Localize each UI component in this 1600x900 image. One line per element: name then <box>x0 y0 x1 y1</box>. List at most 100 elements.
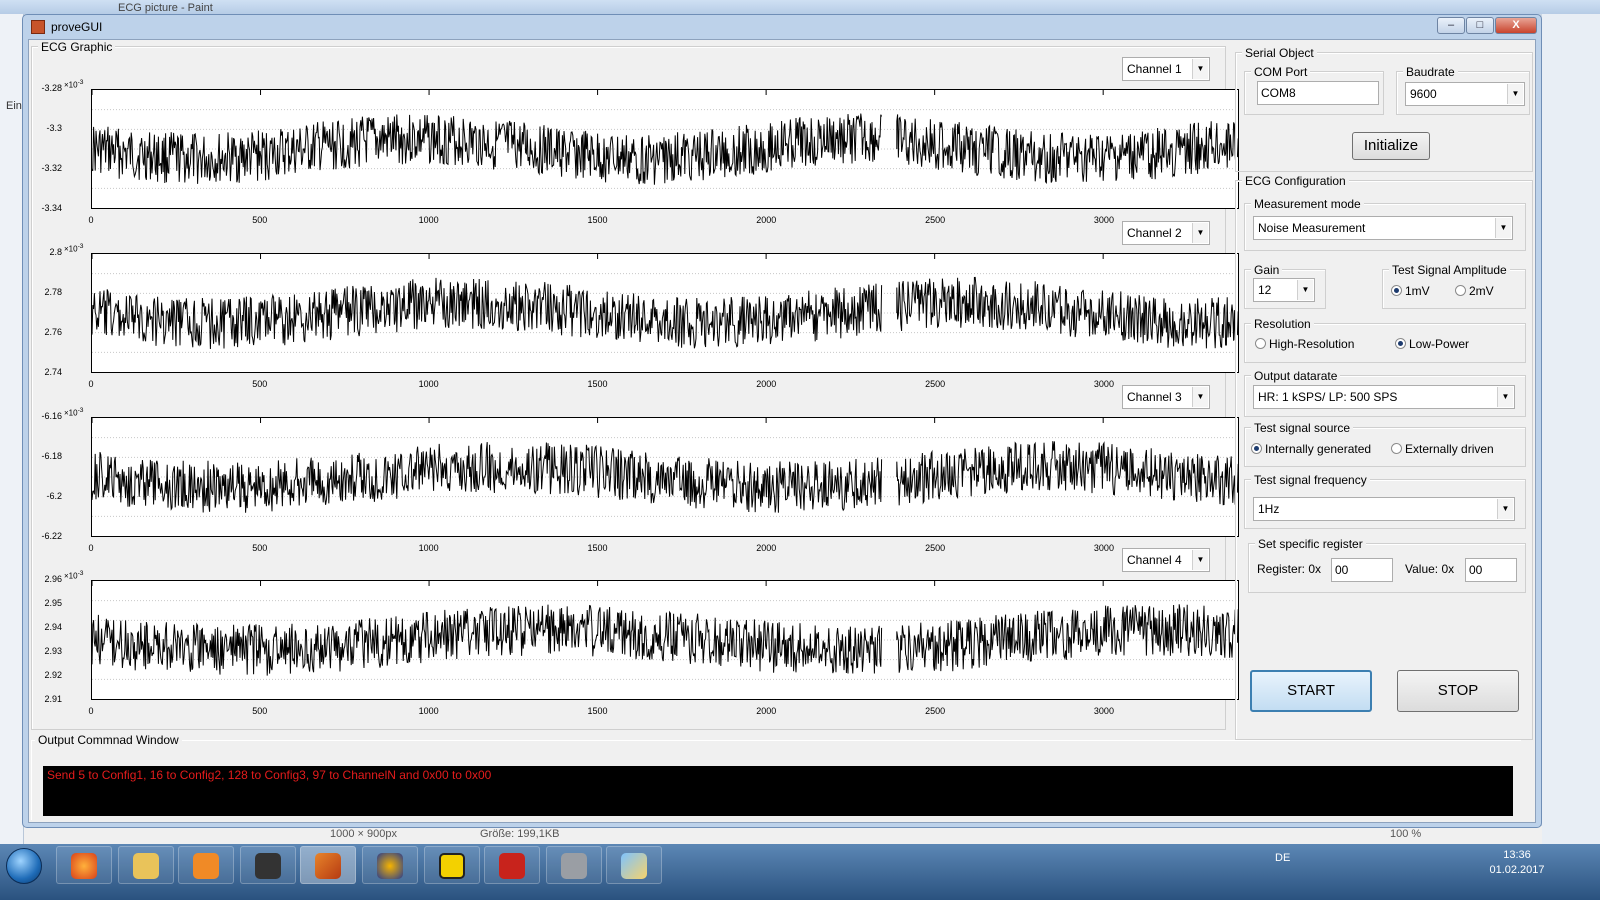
pdf-icon <box>439 853 465 879</box>
x-tick-label: 2500 <box>925 543 946 553</box>
channel-3-selector[interactable]: Channel 3 ▼ <box>1122 385 1210 409</box>
resolution-high-label: High-Resolution <box>1269 337 1355 351</box>
x-tick-label: 3000 <box>1093 215 1114 225</box>
channel-1-plot[interactable] <box>91 89 1239 209</box>
paint-status-bar: 1000 × 900px Größe: 199,1KB 100 % <box>24 826 1542 844</box>
channel-selector-value: Channel 2 <box>1127 226 1182 240</box>
resolution-low-power-label: Low-Power <box>1409 337 1470 351</box>
y-tick-label: 2.95 <box>44 598 62 608</box>
com-port-input[interactable]: COM8 <box>1257 81 1379 105</box>
start-orb-icon[interactable] <box>6 848 42 884</box>
paint-taskbar-button[interactable] <box>606 846 662 884</box>
x-tick-label: 0 <box>88 543 94 553</box>
x-tick-label: 2000 <box>756 379 777 389</box>
amplitude-2mv-label: 2mV <box>1469 284 1494 298</box>
maximize-button[interactable]: □ <box>1466 17 1494 34</box>
y-tick-label: -3.3 <box>46 123 62 133</box>
x-tick-label: 500 <box>252 215 268 225</box>
x-tick-label: 1000 <box>418 706 439 716</box>
channel-2-plot[interactable] <box>91 253 1239 373</box>
register-label: Register: 0x <box>1257 562 1322 576</box>
source-external-radio[interactable]: Externally driven <box>1391 442 1494 456</box>
baudrate-dropdown[interactable]: 9600 ▼ <box>1405 82 1525 106</box>
x-tick-label: 1000 <box>418 379 439 389</box>
ecg-signal-trace <box>92 276 1238 350</box>
y-tick-label: -3.28 <box>41 83 62 93</box>
gain-dropdown[interactable]: 12 ▼ <box>1253 278 1315 302</box>
console-message: Send 5 to Config1, 16 to Config2, 128 to… <box>47 768 492 782</box>
provegui-window: proveGUI – □ X ECG Graphic Channel 1 ▼ ×10… <box>22 14 1542 828</box>
virtualbox-taskbar-button[interactable] <box>546 846 602 884</box>
audacity-taskbar-button[interactable] <box>362 846 418 884</box>
serial-object-panel: Serial Object COM Port COM8 Baudrate 960… <box>1235 46 1533 172</box>
inkscape-icon <box>255 853 281 879</box>
virtualbox-icon <box>561 853 587 879</box>
resolution-low-power-radio[interactable]: Low-Power <box>1395 337 1469 351</box>
channel-3-plot[interactable] <box>91 417 1239 537</box>
solidworks-taskbar-button[interactable] <box>484 846 540 884</box>
x-tick-label: 3000 <box>1093 379 1114 389</box>
measurement-mode-group: Measurement mode Noise Measurement ▼ <box>1244 197 1526 251</box>
taskbar-clock[interactable]: 13:36 01.02.2017 <box>1487 848 1547 878</box>
x-tick-label: 3000 <box>1093 706 1114 716</box>
explorer-taskbar-button[interactable] <box>118 846 174 884</box>
measurement-mode-title: Measurement mode <box>1251 197 1364 211</box>
minimize-button[interactable]: – <box>1437 17 1465 34</box>
source-internal-radio[interactable]: Internally generated <box>1251 442 1371 456</box>
y-tick-label: 2.96 <box>44 574 62 584</box>
y-tick-label: 2.8 <box>49 247 62 257</box>
test-signal-frequency-dropdown[interactable]: 1Hz ▼ <box>1253 497 1515 521</box>
y-tick-label: -6.22 <box>41 531 62 541</box>
media-player-taskbar-button[interactable] <box>178 846 234 884</box>
channel-4-selector[interactable]: Channel 4 ▼ <box>1122 548 1210 572</box>
gain-value: 12 <box>1258 283 1272 297</box>
axis-exponent-base: ×10 <box>64 408 78 418</box>
amplitude-2mv-radio[interactable]: 2mV <box>1455 284 1494 298</box>
test-signal-source-group: Test signal source Internally generated … <box>1244 421 1526 467</box>
x-tick-label: 1500 <box>587 706 608 716</box>
axis-exponent-power: -3 <box>77 407 84 414</box>
channel-1-selector[interactable]: Channel 1 ▼ <box>1122 57 1210 81</box>
x-tick-label: 2000 <box>756 706 777 716</box>
x-tick-label: 2500 <box>925 215 946 225</box>
test-signal-frequency-value: 1Hz <box>1258 502 1280 516</box>
ecg-graphic-panel: ECG Graphic Channel 1 ▼ ×10-3 -3.28 -3.3 -3.3… <box>31 40 1239 730</box>
channel-2-selector[interactable]: Channel 2 ▼ <box>1122 221 1210 245</box>
media-player-icon <box>193 853 219 879</box>
amplitude-1mv-radio[interactable]: 1mV <box>1391 284 1430 298</box>
gain-title: Gain <box>1251 263 1283 277</box>
output-datarate-dropdown[interactable]: HR: 1 kSPS/ LP: 500 SPS ▼ <box>1253 385 1515 409</box>
com-port-title: COM Port <box>1251 65 1311 79</box>
clock-date: 01.02.2017 <box>1489 864 1545 876</box>
axis-exponent-power: -3 <box>77 79 84 86</box>
start-button[interactable]: START <box>1250 670 1372 712</box>
value-input[interactable]: 00 <box>1465 558 1517 582</box>
close-button[interactable]: X <box>1495 17 1537 34</box>
initialize-button[interactable]: Initialize <box>1352 132 1430 160</box>
stop-button[interactable]: STOP <box>1397 670 1519 712</box>
test-signal-frequency-title: Test signal frequency <box>1251 473 1370 487</box>
register-input[interactable]: 00 <box>1331 558 1393 582</box>
x-tick-label: 0 <box>88 706 94 716</box>
firefox-taskbar-button[interactable] <box>56 846 112 884</box>
y-tick-label: -6.16 <box>41 411 62 421</box>
measurement-mode-dropdown[interactable]: Noise Measurement ▼ <box>1253 216 1513 240</box>
chevron-down-icon: ▼ <box>1497 499 1513 519</box>
inkscape-taskbar-button[interactable] <box>240 846 296 884</box>
x-tick-label: 1500 <box>587 379 608 389</box>
resolution-high-radio[interactable]: High-Resolution <box>1255 337 1354 351</box>
paint-status-size: Größe: 199,1KB <box>480 828 560 840</box>
amplitude-1mv-label: 1mV <box>1405 284 1430 298</box>
output-console[interactable]: Send 5 to Config1, 16 to Config2, 128 to… <box>43 766 1513 816</box>
pdf-taskbar-button[interactable] <box>424 846 480 884</box>
x-tick-label: 3000 <box>1093 543 1114 553</box>
y-tick-label: -6.18 <box>41 451 62 461</box>
matlab-taskbar-button[interactable] <box>300 846 356 884</box>
paint-status-dimensions: 1000 × 900px <box>330 828 397 840</box>
language-indicator[interactable]: DE <box>1275 852 1290 864</box>
ecg-signal-trace <box>92 441 1238 513</box>
output-datarate-group: Output datarate HR: 1 kSPS/ LP: 500 SPS … <box>1244 369 1526 417</box>
system-tray[interactable]: DE <box>1275 852 1290 864</box>
ecg-configuration-panel: ECG Configuration Measurement mode Noise… <box>1235 174 1533 740</box>
channel-4-plot[interactable] <box>91 580 1239 700</box>
